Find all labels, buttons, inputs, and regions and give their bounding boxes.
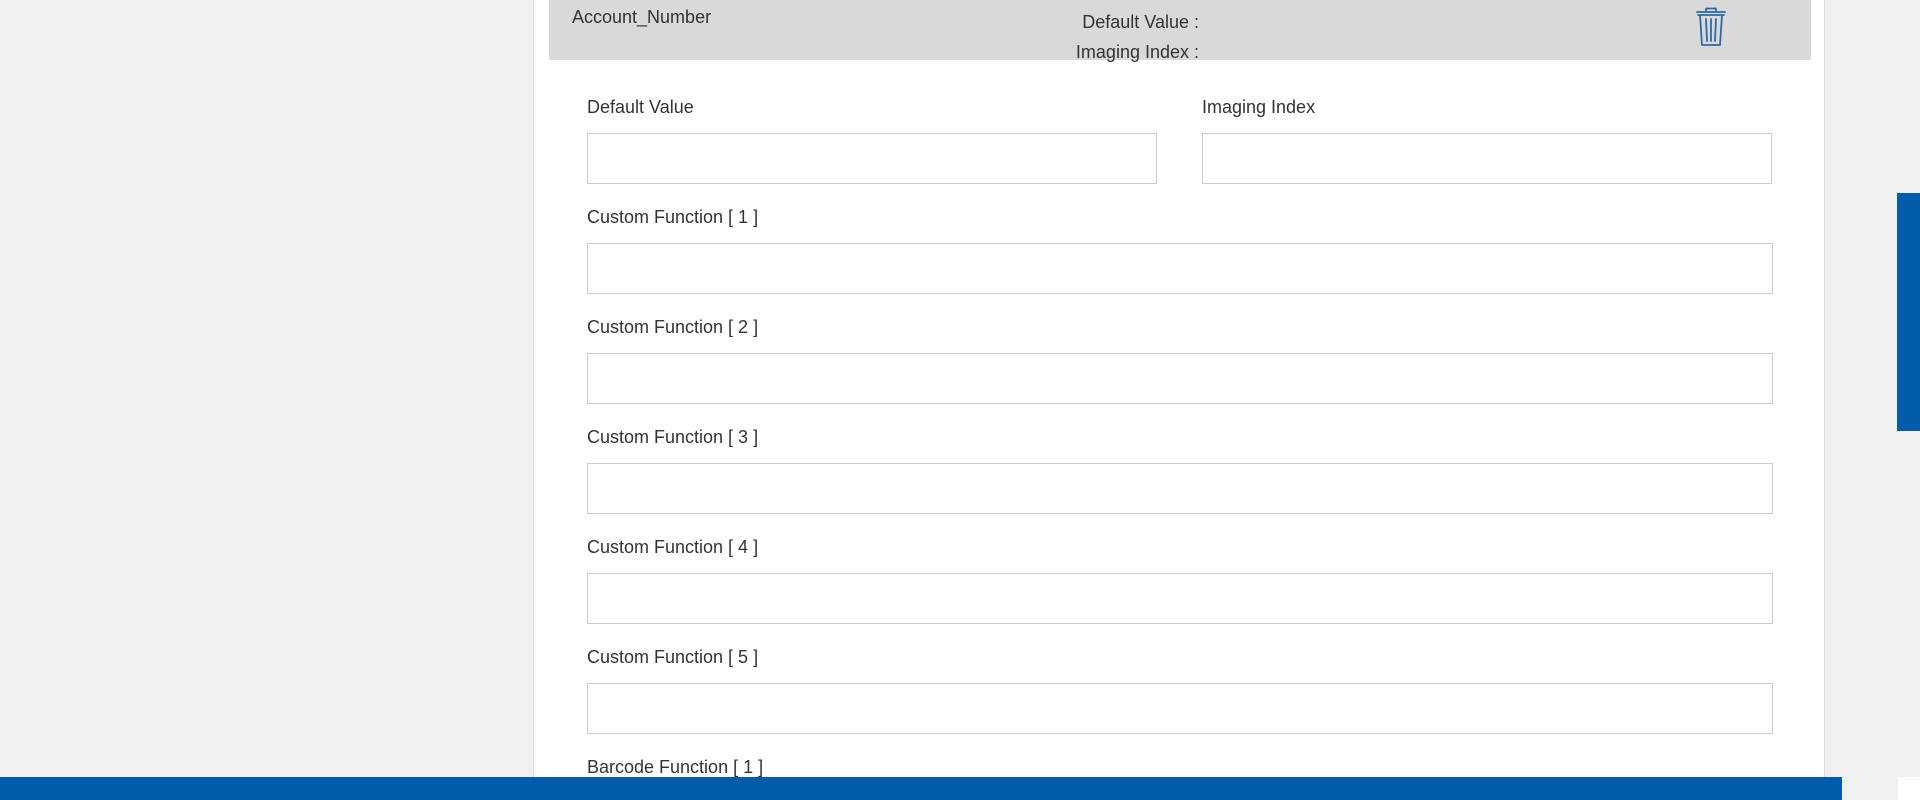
custom-function-3-group: Custom Function [ 3 ] [587, 426, 1773, 514]
barcode-function-1-group: Barcode Function [ 1 ] [587, 756, 763, 778]
horizontal-scrollbar-thumb[interactable] [0, 777, 1842, 800]
custom-function-5-label: Custom Function [ 5 ] [587, 647, 759, 667]
custom-function-1-label: Custom Function [ 1 ] [587, 207, 759, 227]
summary-default-value-label: Default Value : [1082, 12, 1199, 32]
imaging-index-input[interactable] [1202, 133, 1772, 184]
trash-icon[interactable] [1695, 7, 1727, 47]
custom-function-4-label: Custom Function [ 4 ] [587, 537, 759, 557]
custom-function-4-group: Custom Function [ 4 ] [587, 536, 1773, 624]
custom-function-4-input[interactable] [587, 573, 1773, 624]
custom-function-5-input[interactable] [587, 683, 1773, 734]
field-header[interactable]: Account_Number Default Value : Imaging I… [549, 0, 1811, 62]
field-name: Account_Number [572, 7, 712, 27]
custom-function-1-input[interactable] [587, 243, 1773, 294]
custom-function-5-group: Custom Function [ 5 ] [587, 646, 1773, 734]
custom-function-1-group: Custom Function [ 1 ] [587, 206, 1773, 294]
summary-imaging-index-label: Imaging Index : [1075, 42, 1199, 62]
imaging-index-group: Imaging Index [1202, 96, 1772, 184]
custom-function-3-label: Custom Function [ 3 ] [587, 427, 759, 447]
trash-icon-graphic [1696, 7, 1726, 46]
page: Account_Number Default Value : Imaging I… [0, 0, 1920, 800]
scrollbar-corner [1898, 777, 1920, 800]
custom-function-3-input[interactable] [587, 463, 1773, 514]
custom-function-2-group: Custom Function [ 2 ] [587, 316, 1773, 404]
custom-function-2-input[interactable] [587, 353, 1773, 404]
field-summary: Default Value : Imaging Index : [1076, 7, 1199, 67]
barcode-function-1-label: Barcode Function [ 1 ] [587, 757, 764, 777]
default-value-label: Default Value [587, 97, 694, 117]
vertical-scrollbar-thumb[interactable] [1897, 193, 1920, 431]
imaging-index-label: Imaging Index [1202, 97, 1316, 117]
custom-function-2-label: Custom Function [ 2 ] [587, 317, 759, 337]
default-value-group: Default Value [587, 96, 1157, 184]
default-value-input[interactable] [587, 133, 1157, 184]
